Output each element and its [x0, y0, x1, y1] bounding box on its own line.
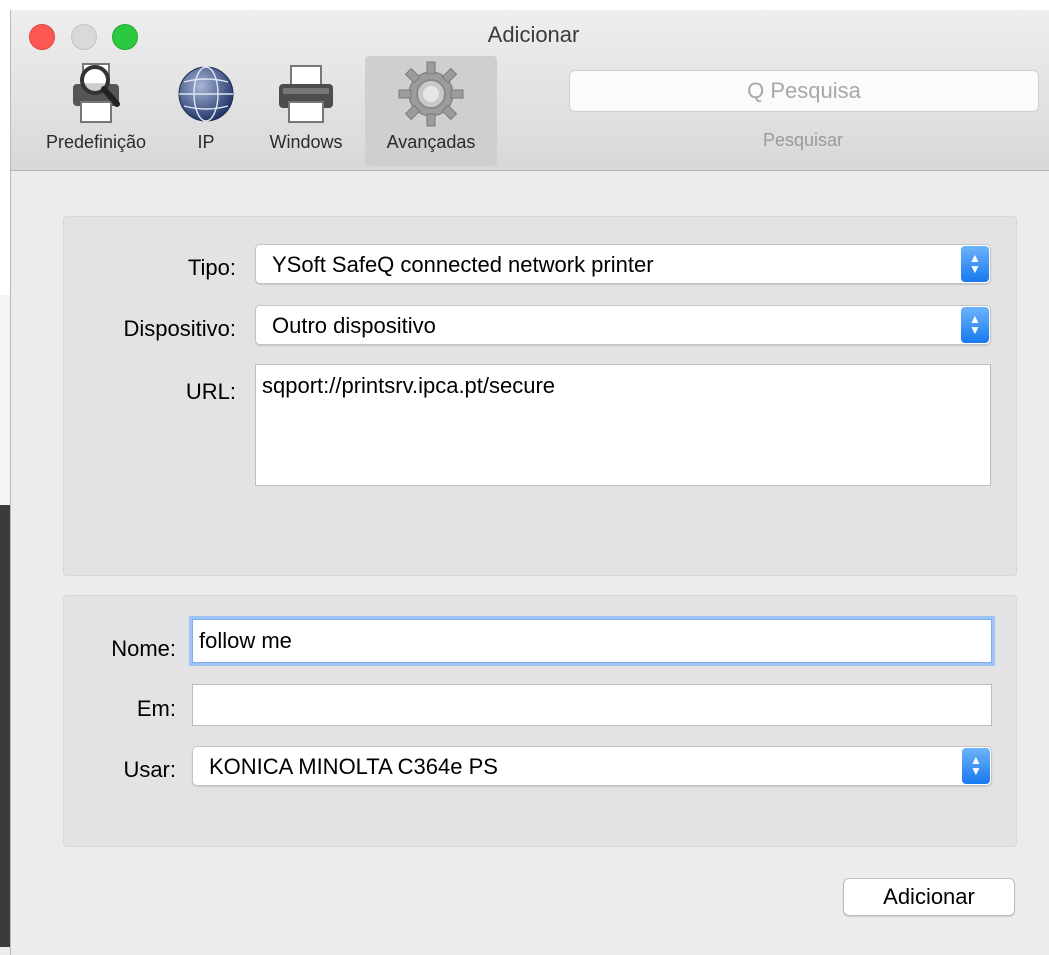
tipo-label: Tipo: — [187, 255, 236, 280]
popup-stepper-icon: ▲ ▼ — [961, 307, 989, 343]
url-label: URL: — [185, 379, 236, 404]
toolbar-advanced-tab[interactable]: Avançadas — [365, 56, 497, 166]
usar-label: Usar: — [123, 757, 176, 782]
em-field[interactable] — [192, 684, 992, 726]
printer-icon — [271, 60, 341, 131]
dispositivo-value: Outro dispositivo — [272, 313, 436, 338]
gear-icon — [397, 60, 465, 133]
usar-popup[interactable]: KONICA MINOLTA C364e PS ▲ ▼ — [192, 746, 992, 786]
window-title: Adicionar — [487, 22, 580, 47]
globe-icon — [174, 60, 238, 129]
usar-value: KONICA MINOLTA C364e PS — [209, 754, 498, 779]
em-label: Em: — [136, 696, 176, 721]
title-toolbar: Adicionar Predefinição IP Windows Avança… — [11, 10, 1049, 171]
url-field[interactable]: sqport://printsrv.ipca.pt/secure — [255, 364, 991, 486]
nome-label: Nome: — [111, 636, 176, 661]
toolbar-label: Windows — [269, 132, 343, 152]
nome-value: follow me — [199, 628, 292, 653]
desktop-backdrop-left — [0, 0, 10, 947]
toolbar-windows-tab[interactable]: Windows — [251, 56, 361, 166]
dispositivo-label: Dispositivo: — [123, 316, 236, 341]
url-value: sqport://printsrv.ipca.pt/secure — [262, 373, 556, 398]
details-panel: Nome: follow me Em: Usar: KONICA MINOLTA… — [63, 595, 1017, 847]
tipo-value: YSoft SafeQ connected network printer — [272, 252, 654, 277]
add-printer-window: Adicionar Predefinição IP Windows Avança… — [10, 10, 1049, 955]
toolbar-default-tab[interactable]: Predefinição — [21, 56, 171, 166]
dispositivo-popup[interactable]: Outro dispositivo ▲ ▼ — [255, 305, 991, 345]
toolbar-label: IP — [197, 132, 215, 152]
toolbar-label: Avançadas — [386, 132, 476, 152]
printer-magnifier-icon — [61, 60, 131, 131]
search-input[interactable]: Q Pesquisa — [569, 70, 1039, 112]
search-caption: Pesquisar — [762, 130, 844, 150]
connection-panel: Tipo: YSoft SafeQ connected network prin… — [63, 216, 1017, 576]
desktop-backdrop-top — [0, 0, 1049, 10]
toolbar-ip-tab[interactable]: IP — [171, 56, 241, 166]
tipo-popup[interactable]: YSoft SafeQ connected network printer ▲ ▼ — [255, 244, 991, 284]
popup-stepper-icon: ▲ ▼ — [961, 246, 989, 282]
popup-stepper-icon: ▲ ▼ — [962, 748, 990, 784]
nome-field[interactable]: follow me — [192, 619, 992, 663]
add-button[interactable]: Adicionar — [843, 878, 1015, 916]
toolbar-label: Predefinição — [45, 132, 147, 152]
